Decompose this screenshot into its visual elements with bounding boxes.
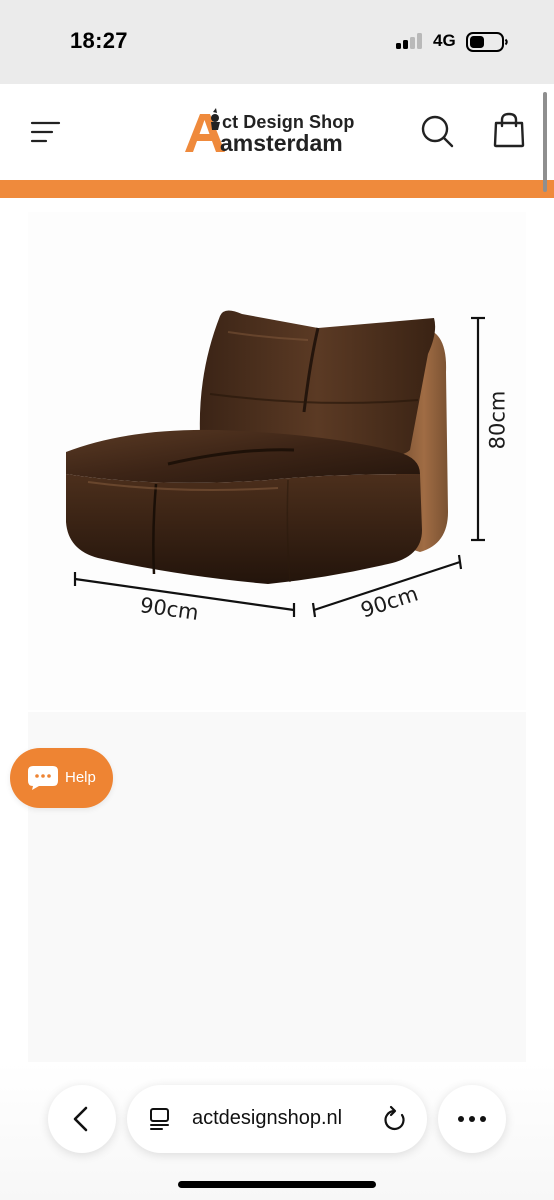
shop-logo[interactable]: ct Design Shop amsterdam [182,106,372,160]
battery-icon [466,32,508,52]
chevron-left-icon [73,1106,88,1132]
mobile-screen: 18:27 4G ct Design Shop amsterdam 90cm 9… [0,0,554,1200]
hamburger-menu-icon[interactable] [30,120,62,144]
status-time: 18:27 [70,28,128,53]
logo-text-bottom: amsterdam [220,130,343,156]
shopping-bag-icon[interactable] [492,112,526,148]
beanbag-chair-illustration [66,310,485,618]
address-bar[interactable]: actdesignshop.nl [127,1085,427,1153]
search-icon[interactable] [420,114,454,148]
product-image[interactable]: 90cm 90cm 80cm [28,212,526,710]
help-label: Help [65,769,96,786]
url-text[interactable]: actdesignshop.nl [192,1107,342,1130]
tab-overview-icon[interactable] [148,1107,172,1131]
more-dots-icon [458,1116,486,1122]
reload-icon[interactable] [382,1105,408,1133]
browser-more-button[interactable] [438,1085,506,1153]
status-bar: 18:27 4G [0,0,554,84]
chat-bubble-icon [28,766,58,790]
network-type: 4G [433,31,456,50]
scrollbar[interactable] [543,92,547,192]
browser-back-button[interactable] [48,1085,116,1153]
site-header: ct Design Shop amsterdam [0,84,554,180]
help-chat-button[interactable]: Help [10,748,113,808]
home-indicator[interactable] [178,1181,376,1188]
signal-icon [396,33,424,49]
header-accent-bar [0,180,554,198]
dimension-height-label: 80cm [485,390,510,450]
